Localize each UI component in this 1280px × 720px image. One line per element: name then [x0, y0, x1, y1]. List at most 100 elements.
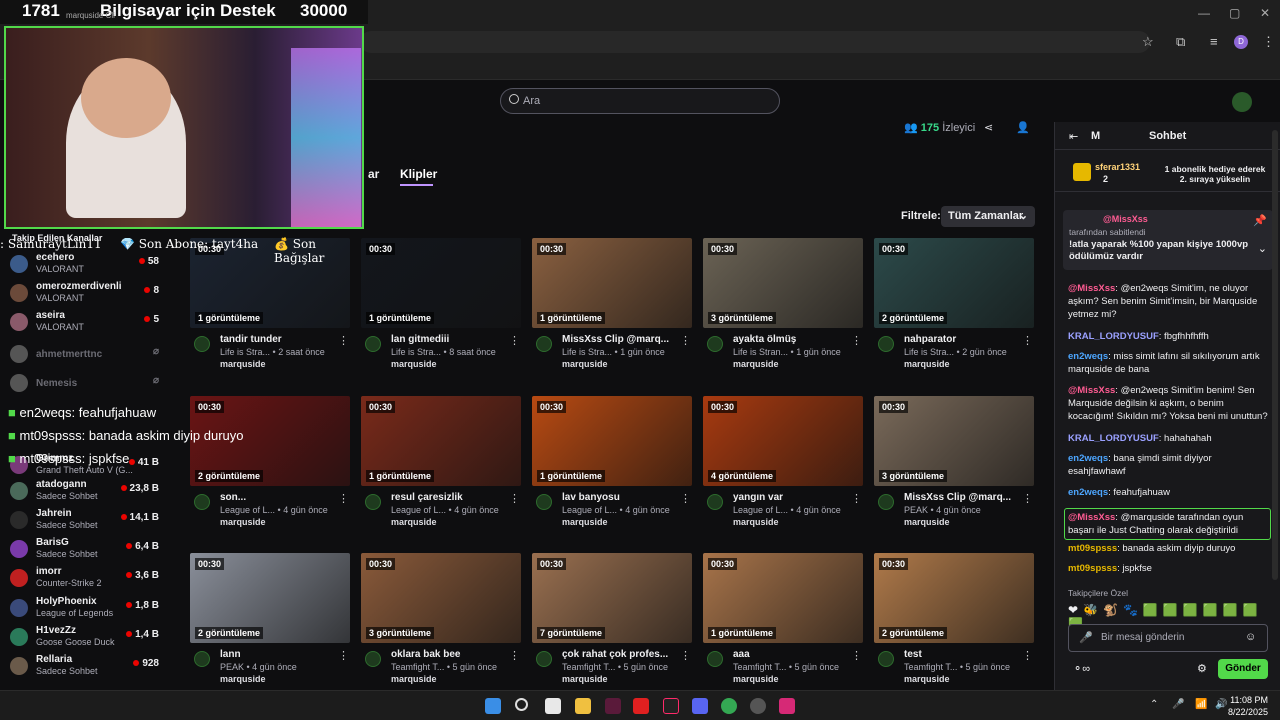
chat-username[interactable]: mt09spsss: [1068, 563, 1117, 574]
clip-card[interactable]: 00:30 1 görüntüleme MissXss Clip @marq..…: [532, 238, 692, 378]
more-options-icon[interactable]: ⋮: [1022, 649, 1033, 662]
clip-game[interactable]: Life is Stran...: [733, 347, 788, 357]
follow-user-icon[interactable]: 👤: [1016, 121, 1030, 134]
clip-channel[interactable]: marquside: [220, 674, 266, 684]
chrome-icon[interactable]: [721, 698, 737, 714]
clip-title[interactable]: resul çaresizlik: [391, 492, 509, 503]
chat-username[interactable]: @MissXss: [1068, 512, 1115, 523]
channel-avatar[interactable]: [707, 336, 723, 352]
clip-thumbnail[interactable]: 00:30 2 görüntüleme: [874, 238, 1034, 328]
clip-title[interactable]: test: [904, 649, 1022, 660]
clip-title[interactable]: tandir tunder: [220, 334, 338, 345]
clip-channel[interactable]: marquside: [562, 359, 608, 369]
chat-username[interactable]: @MissXss: [1068, 385, 1115, 396]
clip-channel[interactable]: marquside: [733, 359, 779, 369]
tab-clips[interactable]: Klipler: [400, 167, 437, 181]
hype-banner[interactable]: sferar1331 2 1 abonelik hediye ederek 2.…: [1055, 154, 1280, 192]
clip-card[interactable]: 00:30 2 görüntüleme lann ⋮ PEAK • 4 gün …: [190, 553, 350, 693]
sidebar-channel[interactable]: Rellaria Sadece Sohbet 928: [10, 654, 165, 682]
clip-game[interactable]: League of L...: [391, 505, 446, 515]
more-options-icon[interactable]: ⋮: [680, 334, 691, 347]
sidebar-channel[interactable]: HolyPhoenix League of Legends 1,8 B: [10, 596, 165, 624]
clip-channel[interactable]: marquside: [904, 674, 950, 684]
file-icon[interactable]: [545, 698, 561, 714]
instagram-icon[interactable]: [779, 698, 795, 714]
clip-title[interactable]: yangın var: [733, 492, 851, 503]
pin-icon[interactable]: 📌: [1253, 214, 1267, 227]
menu-icon[interactable]: ⋮: [1262, 34, 1275, 50]
channel-avatar[interactable]: [194, 336, 210, 352]
clip-title[interactable]: MissXss Clip @marq...: [562, 334, 680, 345]
channel-avatar[interactable]: [878, 336, 894, 352]
chat-username[interactable]: KRAL_LORDYUSUF: [1068, 433, 1159, 444]
channel-avatar[interactable]: [707, 494, 723, 510]
reading-list-icon[interactable]: ≡: [1210, 34, 1218, 49]
clip-card[interactable]: 00:30 1 görüntüleme resul çaresizlik ⋮ L…: [361, 396, 521, 536]
send-button[interactable]: Gönder: [1218, 659, 1268, 679]
clip-thumbnail[interactable]: 00:30 4 görüntüleme: [703, 396, 863, 486]
chat-username[interactable]: KRAL_LORDYUSUF: [1068, 331, 1159, 342]
channel-avatar[interactable]: [536, 336, 552, 352]
discord-icon[interactable]: [692, 698, 708, 714]
more-options-icon[interactable]: ⋮: [1022, 334, 1033, 347]
channel-avatar[interactable]: [536, 651, 552, 667]
clip-channel[interactable]: marquside: [391, 674, 437, 684]
tray-chevron-icon[interactable]: ⌃: [1150, 699, 1158, 710]
clip-card[interactable]: 00:30 2 görüntüleme son... ⋮ League of L…: [190, 396, 350, 536]
clip-thumbnail[interactable]: 00:30 1 görüntüleme: [361, 396, 521, 486]
clip-thumbnail[interactable]: 00:30 2 görüntüleme: [190, 553, 350, 643]
chevron-down-icon[interactable]: ⌄: [1258, 242, 1267, 255]
collapse-chat-icon[interactable]: ⇤: [1069, 130, 1078, 143]
sidebar-channel[interactable]: omerozmerdivenli VALORANT 8: [10, 281, 165, 309]
clip-card[interactable]: 00:30 7 görüntüleme çok rahat çok profes…: [532, 553, 692, 693]
clip-game[interactable]: Life is Stra...: [391, 347, 441, 357]
chat-username[interactable]: en2weqs: [1068, 453, 1108, 464]
more-options-icon[interactable]: ⋮: [509, 649, 520, 662]
clip-card[interactable]: 00:30 2 görüntüleme nahparator ⋮ Life is…: [874, 238, 1034, 378]
clip-thumbnail[interactable]: 00:30 3 görüntüleme: [874, 396, 1034, 486]
clip-title[interactable]: ayakta ölmüş: [733, 334, 851, 345]
clip-channel[interactable]: marquside: [733, 517, 779, 527]
clip-card[interactable]: 00:30 2 görüntüleme test ⋮ Teamfight T..…: [874, 553, 1034, 693]
chat-input[interactable]: Bir mesaj gönderin: [1068, 624, 1268, 652]
address-bar[interactable]: [360, 31, 1150, 53]
chat-username[interactable]: en2weqs: [1068, 351, 1108, 362]
channel-avatar[interactable]: [194, 651, 210, 667]
clip-channel[interactable]: marquside: [220, 359, 266, 369]
profile-avatar[interactable]: D: [1234, 35, 1248, 49]
points-icon[interactable]: ⚬∞: [1073, 662, 1090, 675]
channel-avatar[interactable]: [878, 651, 894, 667]
sidebar-channel[interactable]: imorr Counter-Strike 2 3,6 B: [10, 566, 165, 594]
search-input[interactable]: Ara: [500, 88, 780, 114]
tiktok-icon[interactable]: [663, 698, 679, 714]
filter-select[interactable]: Tüm Zamanlar ⌄: [941, 206, 1035, 227]
wifi-icon[interactable]: 📶: [1195, 699, 1207, 710]
clip-title[interactable]: son...: [220, 492, 338, 503]
clip-title[interactable]: oklara bak bee: [391, 649, 509, 660]
sidebar-channel[interactable]: aseira VALORANT 5: [10, 310, 165, 338]
channel-avatar[interactable]: [365, 336, 381, 352]
mic-icon[interactable]: 🎤: [1079, 631, 1093, 644]
clip-game[interactable]: Life is Stra...: [904, 347, 954, 357]
search-icon[interactable]: [515, 698, 528, 711]
chat-username[interactable]: @MissXss: [1068, 283, 1115, 294]
clip-title[interactable]: aaa: [733, 649, 851, 660]
folder-icon[interactable]: [575, 698, 591, 714]
extensions-icon[interactable]: ⧉: [1176, 34, 1185, 50]
channel-avatar[interactable]: [707, 651, 723, 667]
more-options-icon[interactable]: ⋮: [851, 334, 862, 347]
clip-game[interactable]: League of L...: [220, 505, 275, 515]
clip-card[interactable]: 00:30 3 görüntüleme ayakta ölmüş ⋮ Life …: [703, 238, 863, 378]
clip-game[interactable]: PEAK: [904, 505, 928, 515]
clip-channel[interactable]: marquside: [904, 517, 950, 527]
pinned-message[interactable]: @MissXss tarafından sabitlendi !atla yap…: [1063, 210, 1273, 270]
clip-thumbnail[interactable]: 00:30 1 görüntüleme: [361, 238, 521, 328]
more-options-icon[interactable]: ⋮: [338, 492, 349, 505]
more-options-icon[interactable]: ⋮: [338, 334, 349, 347]
clip-card[interactable]: 00:30 3 görüntüleme MissXss Clip @marq..…: [874, 396, 1034, 536]
sidebar-channel[interactable]: Jahrein Sadece Sohbet 14,1 B: [10, 508, 165, 536]
channel-avatar[interactable]: [365, 494, 381, 510]
channel-avatar[interactable]: [194, 494, 210, 510]
clip-channel[interactable]: marquside: [904, 359, 950, 369]
clip-thumbnail[interactable]: 00:30 3 görüntüleme: [703, 238, 863, 328]
